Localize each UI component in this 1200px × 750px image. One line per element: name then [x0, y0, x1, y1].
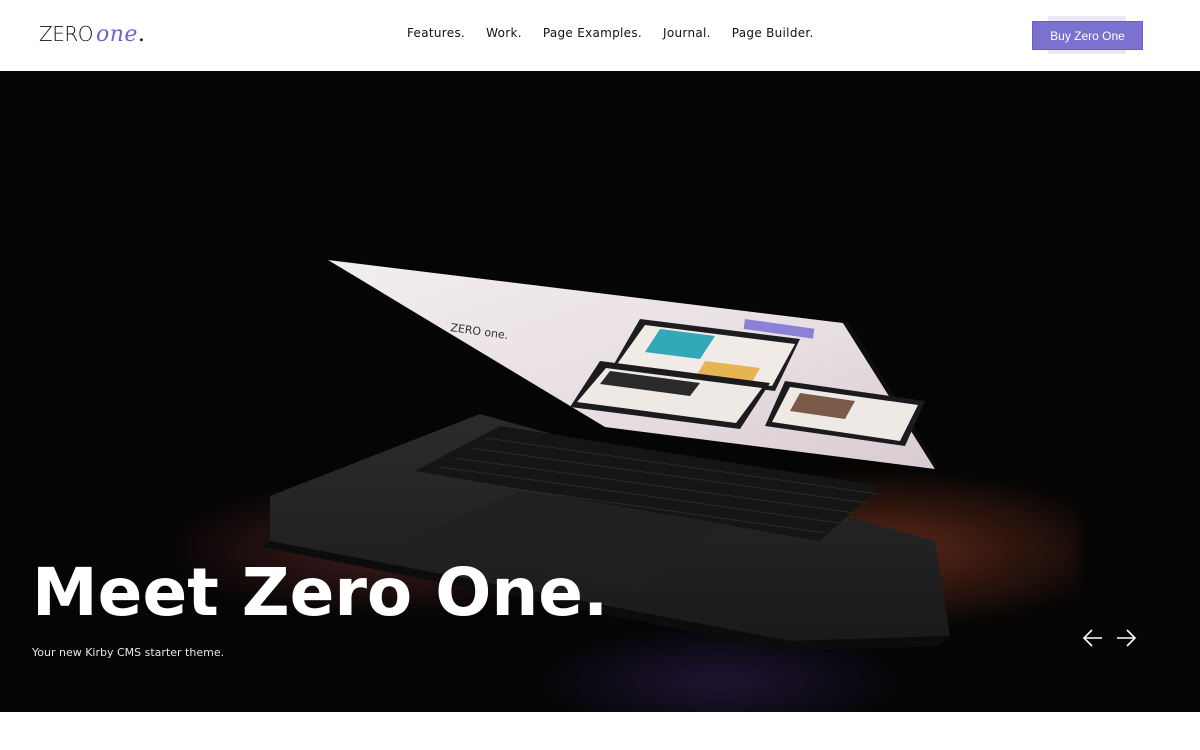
logo-dot: . [137, 22, 145, 47]
site-header: ZERO one . Features. Work. Page Examples… [0, 0, 1200, 71]
slider-next-button[interactable] [1115, 627, 1137, 649]
nav-item-page-builder[interactable]: Page Builder. [732, 26, 814, 40]
hero-title: Meet Zero One. [32, 554, 609, 631]
slider-prev-button[interactable] [1082, 627, 1104, 649]
logo-one-text: one [95, 22, 138, 47]
nav-item-page-examples[interactable]: Page Examples. [543, 26, 642, 40]
arrow-left-icon [1082, 629, 1102, 647]
arrow-right-icon [1117, 629, 1137, 647]
main-nav: Features. Work. Page Examples. Journal. … [407, 26, 835, 40]
hero-subtitle: Your new Kirby CMS starter theme. [32, 646, 225, 659]
page-below-hero [0, 712, 1200, 750]
buy-button-wrapper: Buy Zero One [1032, 16, 1143, 54]
nav-item-work[interactable]: Work. [486, 26, 522, 40]
nav-item-features[interactable]: Features. [407, 26, 465, 40]
logo[interactable]: ZERO one . [39, 22, 145, 47]
nav-item-journal[interactable]: Journal. [663, 26, 711, 40]
hero-section: ZERO one. Meet Zero One. Your new Kirby … [0, 71, 1200, 712]
buy-zero-one-button[interactable]: Buy Zero One [1032, 21, 1143, 50]
logo-zero-text: ZERO [39, 22, 93, 46]
